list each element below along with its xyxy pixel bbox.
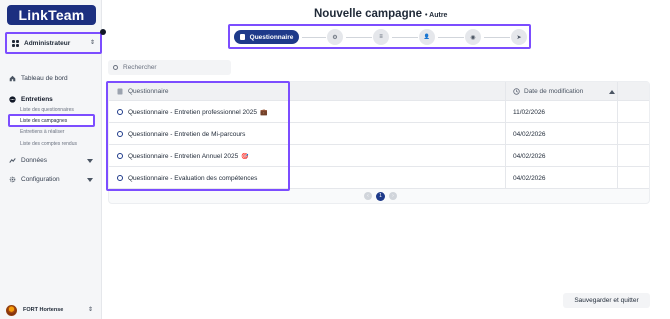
date-cell: 04/02/2026 xyxy=(513,174,546,182)
user-menu[interactable]: FORT Hortense ⇕ xyxy=(6,304,98,316)
notification-dot xyxy=(100,29,106,35)
sidebar-item-label: Entretiens xyxy=(21,96,53,103)
sidebar-subitem-entretiens-a-realiser[interactable]: Entretiens à réaliser xyxy=(20,129,64,135)
user-name: FORT Hortense xyxy=(23,307,64,313)
questionnaire-name-cell: Questionnaire - Entretien professionnel … xyxy=(117,101,267,123)
updown-chevron-icon: ⇕ xyxy=(87,307,93,313)
step-label: Questionnaire xyxy=(249,33,294,41)
chat-icon xyxy=(9,96,16,103)
step-connector xyxy=(438,37,464,38)
date-cell: 11/02/2026 xyxy=(513,108,546,116)
step-connector xyxy=(484,37,510,38)
eye-icon: ◉ xyxy=(470,34,476,41)
sidebar: LinkTeam Administrateur ⇕ Tableau de bor… xyxy=(0,0,102,319)
step-settings[interactable]: ⚙ xyxy=(327,29,343,45)
column-label: Questionnaire xyxy=(128,88,169,95)
person-icon: 👤 xyxy=(423,34,431,40)
questionnaire-name: Questionnaire - Entretien professionnel … xyxy=(128,108,257,116)
chevron-down-icon xyxy=(87,178,93,182)
table-header: Questionnaire Date de modification xyxy=(109,82,649,101)
sidebar-item-donnees[interactable]: Données xyxy=(9,157,93,164)
table-row[interactable]: Questionnaire - Evaluation des compétenc… xyxy=(109,167,649,189)
search-input[interactable] xyxy=(123,64,223,71)
sidebar-item-entretiens[interactable]: Entretiens xyxy=(9,96,53,103)
gear-icon xyxy=(9,176,16,183)
chevron-down-icon xyxy=(87,159,93,163)
briefcase-icon: 💼 xyxy=(260,109,268,116)
questionnaire-name: Questionnaire - Entretien de Mi-parcours xyxy=(128,130,246,138)
document-icon xyxy=(117,88,123,95)
table-row[interactable]: Questionnaire - Entretien professionnel … xyxy=(109,101,649,123)
table-row[interactable]: Questionnaire - Entretien Annuel 2025 🎯 0… xyxy=(109,145,649,167)
updown-chevron-icon: ⇕ xyxy=(89,40,95,46)
step-list[interactable]: ≡ xyxy=(373,29,389,45)
column-header-questionnaire[interactable]: Questionnaire xyxy=(117,82,168,101)
app-logo[interactable]: LinkTeam xyxy=(7,5,96,25)
page-title-text: Nouvelle campagne xyxy=(314,8,423,20)
questionnaire-name-cell: Questionnaire - Entretien de Mi-parcours xyxy=(117,123,245,145)
page-subtitle: • Autre xyxy=(425,12,448,19)
document-icon xyxy=(239,34,245,40)
column-divider xyxy=(505,82,506,189)
step-questionnaire[interactable]: Questionnaire xyxy=(234,30,299,44)
gear-icon: ⚙ xyxy=(332,34,338,41)
next-page-button[interactable]: › xyxy=(389,192,397,200)
column-header-date[interactable]: Date de modification xyxy=(513,82,619,101)
dashboard-grid-icon xyxy=(12,39,19,47)
campaign-stepper: Questionnaire ⚙ ≡ 👤 ◉ ➤ xyxy=(228,24,531,49)
column-divider xyxy=(617,82,618,189)
date-cell: 04/02/2026 xyxy=(513,130,546,138)
sidebar-item-label: Tableau de bord xyxy=(21,75,68,82)
avatar xyxy=(6,304,17,316)
sidebar-subitem-liste-campagnes[interactable]: Liste des campagnes xyxy=(8,114,95,127)
step-connector xyxy=(302,37,326,38)
sidebar-subitem-comptes-rendus[interactable]: Liste des comptes rendus xyxy=(20,141,77,147)
search-icon xyxy=(113,65,118,70)
row-radio[interactable] xyxy=(117,153,123,159)
role-label: Administrateur xyxy=(24,39,71,47)
column-label: Date de modification xyxy=(524,88,584,95)
step-connector xyxy=(392,37,418,38)
questionnaire-name-cell: Questionnaire - Entretien Annuel 2025 🎯 xyxy=(117,145,249,167)
step-connector xyxy=(346,37,372,38)
table-row[interactable]: Questionnaire - Entretien de Mi-parcours… xyxy=(109,123,649,145)
role-selector[interactable]: Administrateur ⇕ xyxy=(5,32,102,54)
previous-page-button[interactable]: ‹ xyxy=(364,192,372,200)
sidebar-subitem-liste-questionnaires[interactable]: Liste des questionnaires xyxy=(20,107,74,113)
row-radio[interactable] xyxy=(117,131,123,137)
sidebar-item-tableau-de-bord[interactable]: Tableau de bord xyxy=(9,75,68,82)
step-participants[interactable]: 👤 xyxy=(419,29,435,45)
page-button-current[interactable]: 1 xyxy=(376,191,385,201)
chart-line-icon xyxy=(9,157,16,164)
row-radio[interactable] xyxy=(117,109,123,115)
target-icon: 🎯 xyxy=(241,153,249,160)
questionnaire-name: Questionnaire - Evaluation des compétenc… xyxy=(128,174,258,182)
page-title: Nouvelle campagne • Autre xyxy=(314,8,447,20)
list-icon: ≡ xyxy=(379,34,383,40)
step-send[interactable]: ➤ xyxy=(511,29,527,45)
questionnaire-name: Questionnaire - Entretien Annuel 2025 xyxy=(128,152,239,160)
pagination: ‹ 1 › xyxy=(362,191,399,201)
sidebar-item-configuration[interactable]: Configuration xyxy=(9,176,93,183)
sidebar-item-label: Données xyxy=(21,157,48,164)
row-radio[interactable] xyxy=(117,175,123,181)
clock-icon xyxy=(513,88,520,95)
save-and-quit-button[interactable]: Sauvegarder et quitter xyxy=(563,293,650,308)
step-preview[interactable]: ◉ xyxy=(465,29,481,45)
sidebar-item-label: Configuration xyxy=(21,176,60,183)
sort-ascending-icon[interactable] xyxy=(609,89,615,94)
search-bar xyxy=(108,60,231,75)
questionnaire-name-cell: Questionnaire - Evaluation des compétenc… xyxy=(117,167,257,189)
questionnaire-table: Questionnaire Date de modification Quest… xyxy=(108,81,650,204)
send-icon: ➤ xyxy=(516,34,522,41)
date-cell: 04/02/2026 xyxy=(513,152,546,160)
home-icon xyxy=(9,75,16,82)
